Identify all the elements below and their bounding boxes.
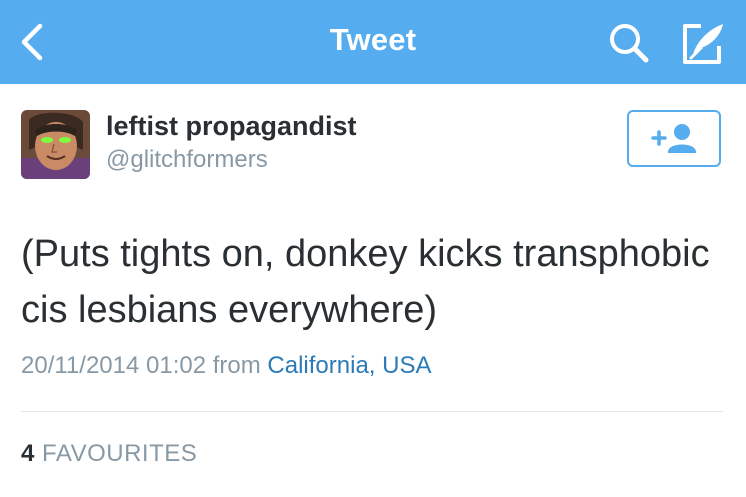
divider [21,411,723,412]
tweet-location-link[interactable]: California, USA [267,352,431,379]
author-display-name[interactable]: leftist propagandist [106,111,357,142]
tweet-timestamp: 20/11/2014 01:02 [21,352,207,379]
favourites-label: FAVOURITES [42,440,198,467]
favourites-stat[interactable]: 4 FAVOURITES [21,440,197,468]
avatar[interactable] [21,110,90,179]
compose-button[interactable] [679,18,729,68]
favourites-count: 4 [21,440,35,467]
add-user-icon [651,124,696,153]
tweet-meta: 20/11/2014 01:02 from California, USA [21,352,431,380]
follow-button[interactable] [627,110,721,167]
compose-icon [683,24,723,64]
search-icon [610,24,649,63]
tweet-text: (Puts tights on, donkey kicks transphobi… [21,233,710,331]
from-label: from [212,352,261,379]
nav-bar: Tweet [0,0,746,84]
author-handle[interactable]: @glitchformers [106,146,268,174]
search-button[interactable] [606,20,652,66]
